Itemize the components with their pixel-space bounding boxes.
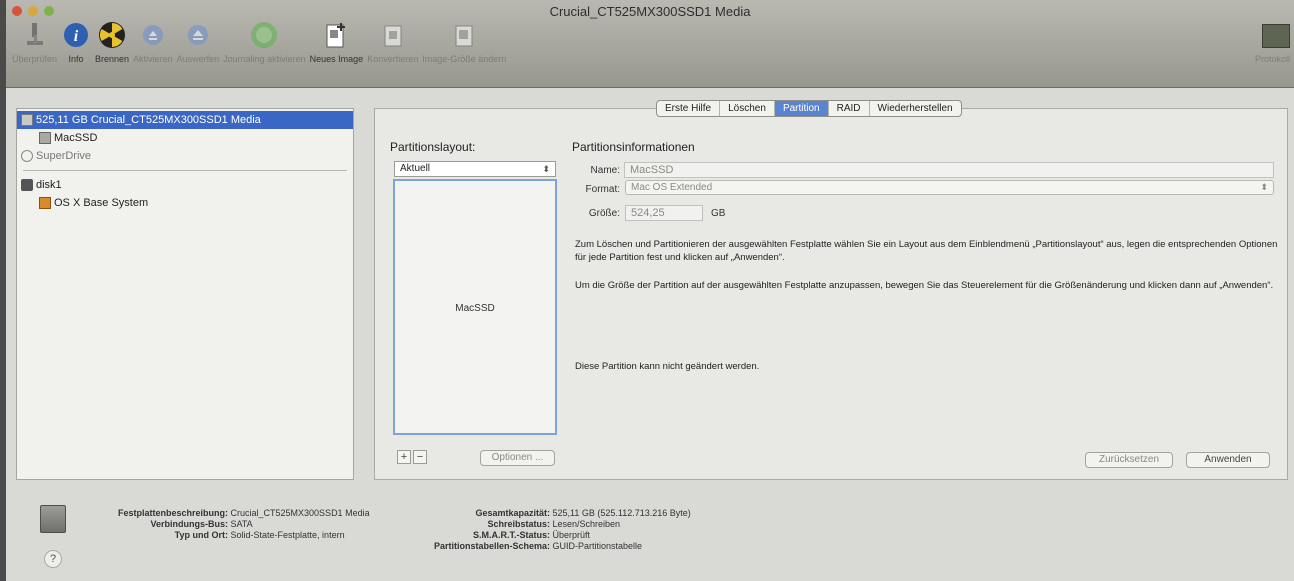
detail-key: S.M.A.R.T.-Status: — [472, 530, 550, 540]
partition-map[interactable]: MacSSD — [393, 179, 557, 435]
partition-add-remove: + − — [397, 450, 429, 464]
toolbar-area: Crucial_CT525MX300SSD1 Media Überprüfen … — [6, 0, 1294, 88]
new-image-icon — [321, 20, 351, 50]
select-arrows-icon: ⬍ — [1260, 182, 1268, 192]
tab-bar: Erste Hilfe Löschen Partition RAID Wiede… — [656, 100, 962, 117]
mount-toolbar-button[interactable]: Aktivieren — [133, 20, 173, 64]
detail-key: Festplattenbeschreibung: — [117, 508, 228, 518]
detail-key: Gesamtkapazität: — [475, 508, 550, 518]
optical-drive-icon — [21, 150, 33, 162]
size-label: Größe: — [588, 208, 620, 219]
detail-value: Lesen/Schreiben — [552, 519, 621, 529]
volume-icon — [39, 132, 51, 144]
partition-layout-select[interactable]: Aktuell ⬍ — [394, 161, 556, 177]
format-popup[interactable]: Mac OS Extended ⬍ — [625, 180, 1274, 195]
partition-help-text-2: Um die Größe der Partition auf der ausge… — [575, 280, 1274, 291]
revert-button[interactable]: Zurücksetzen — [1085, 452, 1173, 468]
partition-info-heading: Partitionsinformationen — [572, 140, 695, 154]
tab-erase[interactable]: Löschen — [720, 101, 775, 116]
detail-value: Solid-State-Festplatte, intern — [230, 530, 345, 540]
detail-value: 525,11 GB (525.112.713.216 Byte) — [552, 508, 691, 518]
disk-details-left: Festplattenbeschreibung: Crucial_CT525MX… — [78, 508, 370, 541]
log-icon — [1262, 24, 1290, 48]
resize-image-toolbar-button[interactable]: Image-Größe ändern — [422, 20, 506, 64]
disk-drive-icon — [40, 505, 66, 533]
tab-restore[interactable]: Wiederherstellen — [870, 101, 961, 116]
partition-map-label: MacSSD — [455, 303, 495, 314]
detail-key: Typ und Ort: — [174, 530, 228, 540]
sidebar-item-disk1[interactable]: disk1 — [17, 176, 353, 194]
name-field[interactable]: MacSSD — [624, 162, 1274, 178]
tab-raid[interactable]: RAID — [829, 101, 870, 116]
volume-orange-icon — [39, 197, 51, 209]
microscope-icon — [20, 20, 50, 50]
info-toolbar-button[interactable]: i Info — [61, 20, 91, 64]
detail-key: Verbindungs-Bus: — [150, 519, 228, 529]
journaling-icon — [249, 20, 279, 50]
verify-toolbar-button[interactable]: Überprüfen — [12, 20, 57, 64]
size-field[interactable]: 524,25 — [625, 205, 703, 221]
partition-help-text-1: Zum Löschen und Partitionieren der ausge… — [575, 239, 1278, 263]
disk-list-sidebar: 525,11 GB Crucial_CT525MX300SSD1 Media M… — [16, 108, 354, 480]
eject-icon — [183, 20, 213, 50]
convert-icon — [378, 20, 408, 50]
sidebar-item-crucial-disk[interactable]: 525,11 GB Crucial_CT525MX300SSD1 Media — [17, 111, 353, 129]
detail-key: Schreibstatus: — [487, 519, 550, 529]
tab-partition[interactable]: Partition — [774, 101, 829, 116]
tab-first-aid[interactable]: Erste Hilfe — [657, 101, 721, 116]
sidebar-item-macssd[interactable]: MacSSD — [17, 129, 353, 147]
detail-value: SATA — [230, 519, 253, 529]
name-label: Name: — [590, 165, 620, 176]
disk-details-right: Gesamtkapazität: 525,11 GB (525.112.713.… — [400, 508, 691, 552]
sidebar-item-os-x-base-system[interactable]: OS X Base System — [17, 194, 353, 212]
detail-key: Partitionstabellen-Schema: — [433, 541, 550, 551]
partition-layout-heading: Partitionslayout: — [390, 140, 476, 154]
log-toolbar-button[interactable]: Protokoll — [1255, 24, 1290, 64]
remove-partition-button[interactable]: − — [413, 450, 427, 464]
svg-text:i: i — [74, 28, 79, 45]
sidebar-item-superdrive[interactable]: SuperDrive — [17, 147, 353, 165]
burn-toolbar-button[interactable]: Brennen — [95, 20, 129, 64]
help-button[interactable]: ? — [44, 550, 62, 568]
toolbar: Überprüfen i Info Brennen Aktivieren Aus… — [12, 20, 510, 64]
sidebar-divider — [23, 170, 347, 171]
info-icon: i — [61, 20, 91, 50]
select-arrows-icon: ⬍ — [542, 164, 550, 174]
size-unit: GB — [711, 208, 726, 219]
image-disk-icon — [21, 179, 33, 191]
apply-button[interactable]: Anwenden — [1186, 452, 1270, 468]
partition-status-text: Diese Partition kann nicht geändert werd… — [575, 361, 760, 372]
journaling-toolbar-button[interactable]: Journaling aktivieren — [223, 20, 306, 64]
detail-value: Crucial_CT525MX300SSD1 Media — [230, 508, 370, 518]
add-partition-button[interactable]: + — [397, 450, 411, 464]
resize-image-icon — [449, 20, 479, 50]
eject-toolbar-button[interactable]: Auswerfen — [177, 20, 219, 64]
disk-utility-window: Crucial_CT525MX300SSD1 Media Überprüfen … — [6, 0, 1294, 581]
mount-icon — [138, 20, 168, 50]
window-title: Crucial_CT525MX300SSD1 Media — [549, 4, 751, 19]
disk-icon — [21, 114, 33, 126]
burn-icon — [97, 20, 127, 50]
convert-toolbar-button[interactable]: Konvertieren — [367, 20, 418, 64]
detail-value: Überprüft — [552, 530, 591, 540]
options-button[interactable]: Optionen ... — [480, 450, 555, 466]
detail-value: GUID-Partitionstabelle — [552, 541, 643, 551]
format-label: Format: — [585, 184, 620, 195]
new-image-toolbar-button[interactable]: Neues Image — [310, 20, 363, 64]
